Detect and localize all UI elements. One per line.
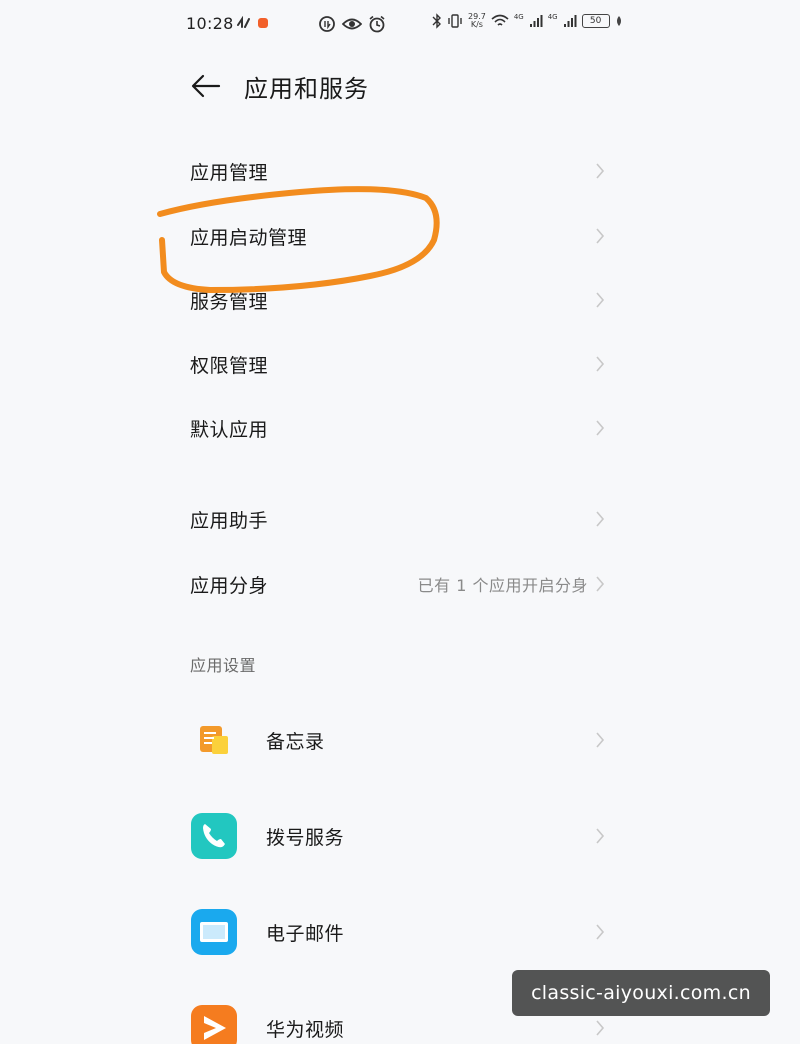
- battery-icon: 50: [581, 14, 610, 28]
- menu-item-app-management[interactable]: 应用管理: [190, 143, 610, 199]
- menu-item-permission-management[interactable]: 权限管理: [190, 336, 610, 392]
- timer-icon: [319, 16, 335, 32]
- menu-item-app-assistant[interactable]: 应用助手: [190, 491, 610, 547]
- menu-item-label: 服务管理: [190, 290, 269, 313]
- network-speed: 29.7 K/s: [468, 12, 486, 29]
- vibrate-icon: [448, 14, 462, 28]
- chevron-right-icon: [596, 420, 605, 436]
- app-twin-status: 已有 1 个应用开启分身: [417, 576, 588, 595]
- chevron-right-icon: [596, 163, 605, 179]
- status-mid-icons: [318, 15, 386, 33]
- chevron-right-icon: [596, 292, 605, 308]
- app-item-notepad[interactable]: 备忘录: [190, 708, 610, 772]
- signal-2-label: 4G: [547, 13, 558, 21]
- back-button[interactable]: [190, 70, 222, 102]
- notification-dot-icon: [258, 18, 268, 28]
- app-label: 华为视频: [266, 1018, 345, 1041]
- section-header-app-settings: 应用设置: [190, 656, 257, 675]
- menu-item-app-twin[interactable]: 应用分身 已有 1 个应用开启分身: [190, 556, 610, 612]
- signal-2-icon: [563, 15, 577, 27]
- alarm-icon: [369, 15, 385, 33]
- menu-item-service-management[interactable]: 服务管理: [190, 272, 610, 328]
- app-label: 电子邮件: [266, 922, 345, 945]
- menu-item-default-apps[interactable]: 默认应用: [190, 400, 610, 456]
- data-transfer-icon: [237, 16, 250, 28]
- status-right-icons: 29.7 K/s 4G 4G 50: [432, 13, 623, 29]
- notepad-icon: [190, 716, 238, 764]
- status-bar: 10:28 29.7 K/s 4G 4G 50: [0, 10, 800, 38]
- chevron-right-icon: [596, 356, 605, 372]
- app-label: 备忘录: [266, 730, 325, 753]
- chevron-right-icon: [596, 924, 605, 940]
- leaf-icon: [616, 16, 621, 26]
- wifi-icon: [491, 14, 509, 26]
- arrow-left-icon: [191, 74, 221, 98]
- page-title: 应用和服务: [244, 74, 369, 103]
- signal-1-icon: [529, 15, 543, 27]
- status-left-icons: [236, 16, 268, 30]
- phone-icon: [190, 812, 238, 860]
- menu-item-label: 权限管理: [190, 354, 269, 377]
- eye-icon: [342, 18, 362, 30]
- chevron-right-icon: [596, 828, 605, 844]
- chevron-right-icon: [596, 576, 605, 592]
- app-label: 拨号服务: [266, 826, 345, 849]
- status-time: 10:28: [186, 14, 234, 33]
- bluetooth-icon: [432, 13, 441, 29]
- menu-item-app-launch-management[interactable]: 应用启动管理: [190, 208, 610, 264]
- video-icon: [190, 1004, 238, 1044]
- menu-item-label: 应用启动管理: [190, 226, 308, 249]
- chevron-right-icon: [596, 1020, 605, 1036]
- menu-item-label: 应用管理: [190, 161, 269, 184]
- signal-1-label: 4G: [513, 13, 524, 21]
- chevron-right-icon: [596, 228, 605, 244]
- menu-item-label: 应用分身: [190, 574, 269, 597]
- chevron-right-icon: [596, 511, 605, 527]
- battery-level: 50: [589, 16, 602, 26]
- chevron-right-icon: [596, 732, 605, 748]
- menu-item-label: 应用助手: [190, 509, 269, 532]
- email-icon: [190, 908, 238, 956]
- menu-item-label: 默认应用: [190, 418, 269, 441]
- app-item-dialer[interactable]: 拨号服务: [190, 804, 610, 868]
- app-item-email[interactable]: 电子邮件: [190, 900, 610, 964]
- page-header: 应用和服务: [190, 66, 369, 106]
- settings-page: 10:28 29.7 K/s 4G 4G 50 应用和服务 应用管理 应用启动管…: [0, 0, 800, 1044]
- watermark: classic-aiyouxi.com.cn: [512, 970, 770, 1016]
